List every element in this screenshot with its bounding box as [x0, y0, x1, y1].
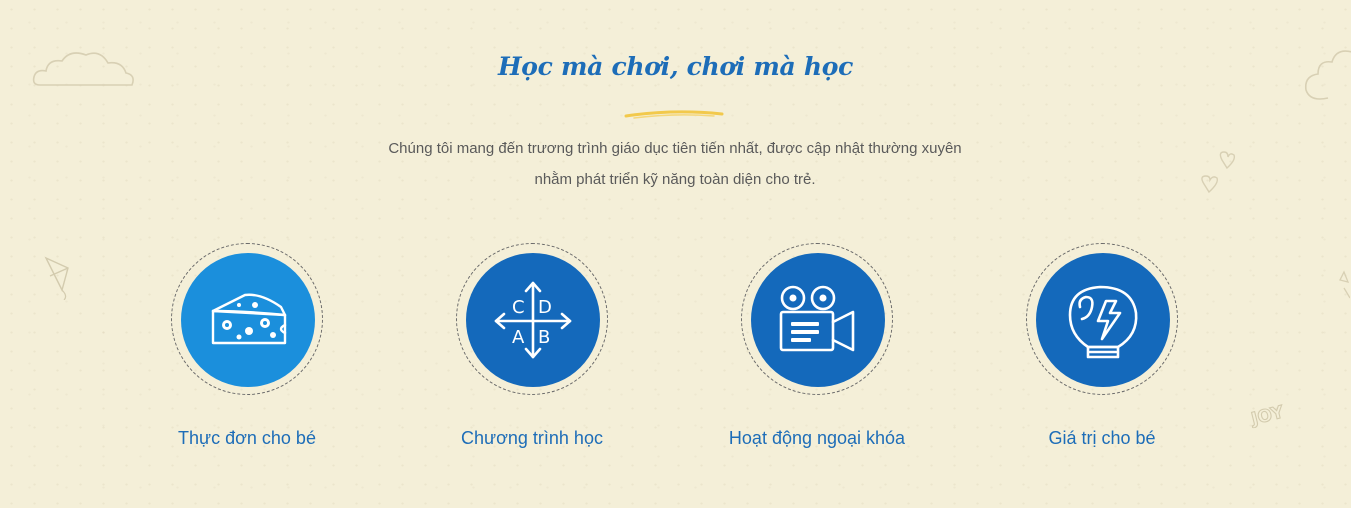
feature-activities-ring[interactable]	[741, 243, 893, 395]
feature-menu-ring[interactable]	[171, 243, 323, 395]
title-underline	[624, 110, 724, 119]
feature-values-ring[interactable]	[1026, 243, 1178, 395]
abcd-arrows-icon: C D A B	[494, 281, 572, 359]
feature-curriculum-label[interactable]: Chương trình học	[402, 428, 662, 449]
feature-menu-circle[interactable]	[181, 253, 315, 387]
letter-b: B	[538, 327, 550, 348]
hearts-doodle	[1201, 151, 1236, 194]
feature-activities-circle[interactable]	[751, 253, 885, 387]
feature-values-circle[interactable]	[1036, 253, 1170, 387]
star-doodle	[1339, 270, 1350, 299]
feature-values: Giá trị cho bé	[972, 243, 1232, 449]
feature-activities-label[interactable]: Hoạt động ngoại khóa	[687, 428, 947, 449]
kite-doodle	[44, 256, 69, 300]
feature-curriculum-ring[interactable]: C D A B	[456, 243, 608, 395]
letter-d: D	[538, 297, 552, 318]
letter-a: A	[512, 327, 525, 348]
feature-menu: Thực đơn cho bé	[117, 243, 377, 449]
letter-c: C	[512, 297, 525, 318]
video-camera-icon	[779, 285, 855, 352]
joy-text: JOY	[1248, 402, 1286, 428]
section-intro: Chúng tôi mang đến trương trình giáo dục…	[388, 140, 962, 188]
feature-values-label[interactable]: Giá trị cho bé	[972, 428, 1232, 449]
boxing-glove-icon	[1068, 285, 1138, 359]
section-title: Học mà chơi, chơi mà học	[497, 52, 854, 81]
feature-activities: Hoạt động ngoại khóa	[687, 243, 947, 449]
cheese-icon	[211, 293, 287, 345]
feature-curriculum: C D A B Chương trình học	[402, 243, 662, 449]
joy-doodle: JOY	[1248, 402, 1287, 428]
feature-curriculum-circle[interactable]: C D A B	[466, 253, 600, 387]
feature-menu-label[interactable]: Thực đơn cho bé	[117, 428, 377, 449]
